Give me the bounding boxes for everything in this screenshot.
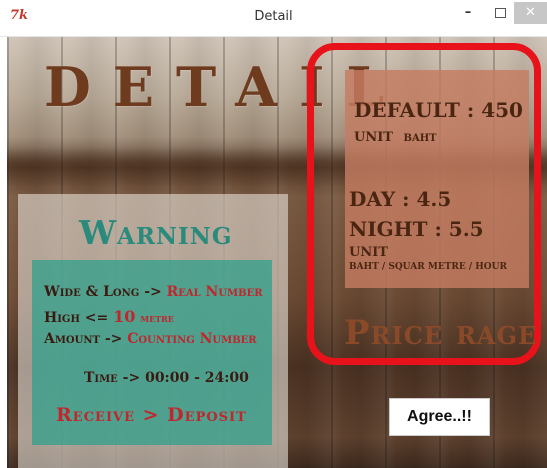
price-day: DAY : 4.5 bbox=[349, 187, 452, 211]
price-unit-2-label: UNIT bbox=[349, 245, 388, 260]
rule-high-label: High <= bbox=[44, 310, 109, 326]
rule-time: Time -> 00:00 - 24:00 bbox=[84, 370, 249, 386]
minimize-icon[interactable]: – bbox=[454, 2, 482, 24]
title-bar: 7k Detail – ✕ bbox=[0, 0, 547, 37]
price-unit-2-value: BAHT / SQUAR METRE / HOUR bbox=[349, 262, 507, 272]
rule-wide-long-label: Wide & Long -> bbox=[44, 284, 162, 300]
receive-deposit-text: Receive > Deposit bbox=[56, 404, 247, 426]
rule-amount: Amount -> Counting Number bbox=[44, 331, 257, 347]
rule-amount-label: Amount -> bbox=[44, 331, 123, 347]
rule-wide-long: Wide & Long -> Real Number bbox=[44, 284, 263, 300]
price-unit-1-value: BAHT bbox=[403, 133, 437, 144]
maximize-icon[interactable] bbox=[486, 2, 514, 24]
price-unit-1: UNIT BAHT bbox=[354, 130, 437, 145]
rule-wide-long-value: Real Number bbox=[166, 284, 263, 300]
rule-high-unit: metre bbox=[140, 312, 174, 325]
price-unit-1-label: UNIT bbox=[354, 130, 393, 145]
rule-high: High <= 10 metre bbox=[44, 307, 174, 326]
price-default: DEFAULT : 450 bbox=[354, 98, 523, 122]
agree-button[interactable]: Agree..!! bbox=[389, 398, 490, 436]
close-icon[interactable]: ✕ bbox=[514, 2, 547, 24]
warning-heading: Warning bbox=[79, 213, 233, 252]
price-night: NIGHT : 5.5 bbox=[349, 217, 484, 241]
rule-high-value: 10 bbox=[113, 307, 136, 326]
detail-canvas: DETAIL Warning Wide & Long -> Real Numbe… bbox=[7, 37, 547, 468]
rule-amount-value: Counting Number bbox=[127, 331, 257, 347]
price-range-label: Price rage bbox=[344, 313, 538, 353]
